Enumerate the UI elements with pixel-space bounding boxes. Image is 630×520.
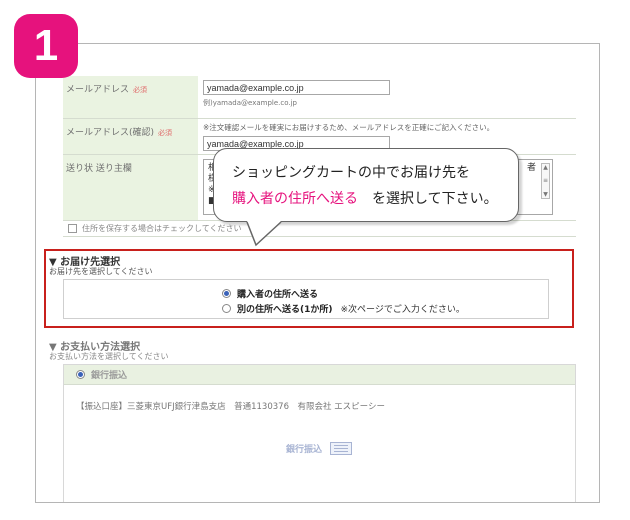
save-address-row[interactable]: 住所を保存する場合はチェックしてください bbox=[63, 220, 576, 237]
bank-account-info: 【振込口座】三菱東京UFJ銀行津島支店 普通1130376 有限会社 エスピーシ… bbox=[76, 402, 386, 412]
save-address-checkbox[interactable] bbox=[68, 223, 77, 233]
email-label: メールアドレス bbox=[66, 85, 130, 95]
callout-line1: ショッピングカートの中でお届け先を bbox=[232, 165, 470, 181]
radio-bank-transfer[interactable] bbox=[76, 370, 85, 379]
bank-transfer-link-label: 銀行振込 bbox=[286, 445, 323, 455]
payment-tab-label: 銀行振込 bbox=[91, 371, 128, 381]
checkout-screenshot-frame: メールアドレス 必須 yamada@example.co.jp 例)yamada@… bbox=[35, 43, 600, 503]
step-number-badge: 1 bbox=[14, 14, 78, 78]
email-example-hint: 例)yamada@example.co.jp bbox=[203, 99, 297, 107]
callout-highlight: 購入者の住所へ送る bbox=[232, 191, 358, 207]
scroll-down-arrow-icon[interactable]: ▼ bbox=[543, 191, 548, 198]
save-address-label: 住所を保存する場合はチェックしてください bbox=[82, 223, 242, 233]
instruction-callout: ショッピングカートの中でお届け先を 購入者の住所へ送る を選択して下さい。 bbox=[213, 148, 519, 222]
callout-line2-rest: を選択して下さい。 bbox=[372, 191, 498, 207]
scroll-thumb-icon[interactable]: ≡ bbox=[543, 177, 548, 184]
payment-section-subtitle: お支払い方法を選択してください bbox=[49, 352, 169, 361]
bank-transfer-link[interactable]: 銀行振込 bbox=[286, 442, 353, 455]
textarea-scrollbar[interactable]: ▲ ≡ ▼ bbox=[541, 162, 550, 199]
payment-method-box: 銀行振込 【振込口座】三菱東京UFJ銀行津島支店 普通1130376 有限会社 … bbox=[63, 364, 576, 502]
delivery-highlight-frame bbox=[44, 249, 574, 328]
bank-transfer-icon bbox=[330, 442, 353, 455]
email-input[interactable]: yamada@example.co.jp bbox=[203, 80, 390, 95]
email-required-badge: 必須 bbox=[133, 86, 148, 94]
payment-tab-bank[interactable]: 銀行振込 bbox=[64, 365, 575, 385]
email-confirm-required-badge: 必須 bbox=[158, 128, 173, 137]
sender-label-cell: 送り状 送り主欄 bbox=[63, 154, 198, 221]
email-confirm-label-cell: メールアドレス(確認) 必須 bbox=[63, 118, 198, 155]
scroll-up-arrow-icon[interactable]: ▲ bbox=[543, 164, 548, 171]
callout-tail-icon bbox=[246, 221, 282, 247]
email-confirm-label: メールアドレス(確認) bbox=[66, 127, 155, 138]
sender-label: 送り状 送り主欄 bbox=[66, 163, 132, 174]
sender-text-line1-end: 者 bbox=[526, 162, 536, 173]
email-confirm-note: ※注文確認メールを確実にお届けするため、メールアドレスを正確にご記入ください。 bbox=[203, 122, 495, 132]
email-label-cell: メールアドレス 必須 bbox=[63, 76, 198, 119]
